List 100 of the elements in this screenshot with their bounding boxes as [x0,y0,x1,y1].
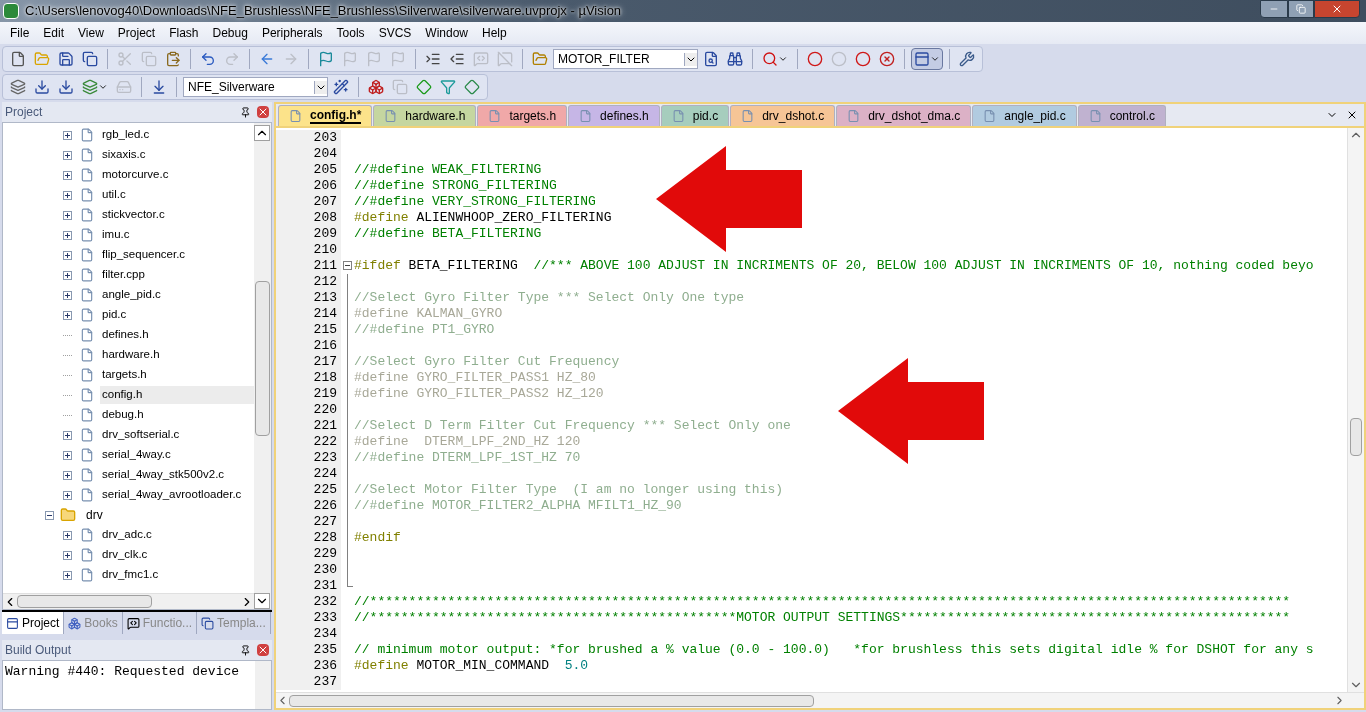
tree-item[interactable]: defines.h [100,326,254,344]
file-icon [671,109,685,123]
tree-item[interactable]: stickvector.c [100,206,254,224]
expand-icon[interactable] [63,190,72,200]
tree-item[interactable]: serial_4way_avrootloader.c [100,486,254,504]
close-icon[interactable] [1346,109,1358,121]
file-icon [579,109,593,123]
menu-item[interactable]: Help [475,24,514,42]
tree-item[interactable]: pid.c [100,306,254,324]
tree-item[interactable]: angle_pid.c [100,286,254,304]
expand-icon[interactable] [63,430,72,440]
flag-icon [342,51,358,67]
tree-item[interactable]: sixaxis.c [100,146,254,164]
expand-icon[interactable] [63,550,72,560]
scroll-up-icon[interactable] [254,125,270,141]
wand-icon [333,79,349,95]
tree-item[interactable]: flip_sequencer.c [100,246,254,264]
tree-item[interactable]: drv_fmc1.c [100,566,254,584]
editor-tab[interactable]: hardware.h [373,105,477,126]
tree-item[interactable]: imu.c [100,226,254,244]
menu-item[interactable]: Tools [329,24,372,42]
menu-item[interactable]: Edit [36,24,72,42]
tree-item[interactable]: util.c [100,186,254,204]
tree-item[interactable]: drv_adc.c [100,526,254,544]
line-number: 231 [313,578,337,594]
tree-item[interactable]: drv_clk.c [100,546,254,564]
tree-item[interactable]: hardware.h [100,346,254,364]
indent-icon [425,51,441,67]
editor-tab[interactable]: defines.h [568,105,660,126]
pin-icon[interactable] [240,644,251,656]
expand-icon[interactable] [63,210,72,220]
toolbar-button[interactable] [911,48,943,70]
minimize-button[interactable] [1260,0,1288,18]
expand-icon[interactable] [63,470,72,480]
expand-icon[interactable] [63,130,72,140]
expand-icon[interactable] [63,490,72,500]
editor-tab[interactable]: pid.c [660,105,730,126]
menu-item[interactable]: File [3,24,37,42]
restore-button[interactable] [1288,0,1314,18]
expand-icon[interactable] [63,230,72,240]
panel-tab[interactable]: Project [2,612,65,634]
expand-icon[interactable] [63,250,72,260]
tree-item[interactable]: drv_softserial.c [100,426,254,444]
tree-item[interactable]: drv [82,506,107,524]
menu-item[interactable]: Project [110,24,163,42]
code-line: #endif [353,530,401,546]
expand-icon[interactable] [63,170,72,180]
blocks-icon [368,79,384,95]
pin-icon[interactable] [240,106,251,118]
expand-icon[interactable] [63,150,72,160]
menu-item[interactable]: SVCS [371,24,419,42]
target-dropdown[interactable]: NFE_Silverware [183,77,328,97]
tree-item[interactable]: serial_4way_stk500v2.c [100,466,254,484]
expand-icon[interactable] [63,290,72,300]
vertical-scrollbar[interactable] [1347,128,1364,692]
scrollbar-thumb[interactable] [255,281,270,436]
menu-item[interactable]: Debug [205,24,255,42]
editor-tab[interactable]: angle_pid.c [972,105,1077,126]
code-line: //Select Motor Filter Type (I am no longer using this) [353,482,784,498]
line-number: 208 [313,210,337,226]
tree-item[interactable]: debug.h [100,406,254,424]
tree-item[interactable]: serial_4way.c [100,446,254,464]
editor-tab[interactable]: drv_dshot_dma.c [836,105,972,126]
line-number: 210 [313,242,337,258]
editor-tab[interactable]: drv_dshot.c [730,105,836,126]
menu-item[interactable]: View [71,24,111,42]
editor-tab[interactable]: control.c [1077,105,1166,126]
file-icon [80,127,94,143]
vertical-scrollbar[interactable] [254,123,271,609]
editor-tab[interactable]: targets.h [477,105,568,126]
expand-icon[interactable] [63,530,72,540]
expand-icon[interactable] [63,450,72,460]
line-number: 203 [313,130,337,146]
collapse-icon[interactable] [45,510,54,520]
tree-item[interactable]: filter.cpp [100,266,254,284]
scrollbar-thumb[interactable] [1350,418,1362,456]
scrollbar-thumb[interactable] [289,694,814,707]
tree-item[interactable]: rgb_led.c [100,126,254,144]
collapse-icon[interactable] [343,261,352,270]
scrollbar-thumb[interactable] [17,595,152,608]
target-dropdown[interactable]: MOTOR_FILTER [553,49,698,69]
menu-item[interactable]: Peripherals [254,24,330,42]
code-line: //Select Gyro Filter Cut Frequency [353,354,620,370]
download-icon [58,79,74,95]
scroll-down-icon[interactable] [254,593,270,609]
code-line: //***********************************************MOTOR OUTPUT SETTINGS************************************************** [353,610,1291,626]
editor-tab[interactable]: config.h* [278,105,373,126]
expand-icon[interactable] [63,570,72,580]
expand-icon[interactable] [63,270,72,280]
file-icon [80,207,94,223]
tree-item[interactable]: motorcurve.c [100,166,254,184]
project-icon [6,616,19,630]
expand-icon[interactable] [63,310,72,320]
tree-item[interactable]: config.h [100,386,254,404]
horizontal-scrollbar[interactable] [276,692,1364,708]
vertical-scrollbar[interactable] [255,661,271,709]
tree-item[interactable]: targets.h [100,366,254,384]
menu-item[interactable]: Flash [162,24,206,42]
horizontal-scrollbar[interactable] [3,593,254,609]
menu-item[interactable]: Window [418,24,475,42]
